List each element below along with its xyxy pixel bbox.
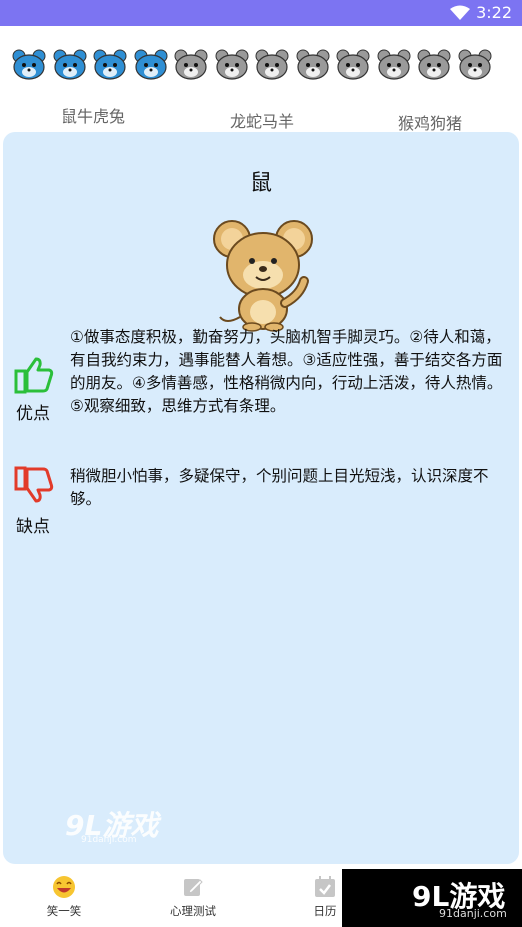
edit-icon [184, 879, 203, 896]
zodiac-group-tabs: 鼠牛虎兔 龙蛇马羊 猴鸡狗猪 [0, 103, 522, 133]
status-time: 3:22 [476, 3, 512, 22]
tab-group-rat-ox-tiger-rabbit[interactable]: 鼠牛虎兔 [33, 103, 153, 127]
monkey-face-icon[interactable] [336, 49, 370, 81]
zodiac-detail-card: 鼠 优点 ①做事态度积极，勤奋努力，头脑机智手脚灵巧。②待人和蔼，有自我约束力，… [3, 132, 519, 864]
pros-label: 优点 [16, 404, 50, 424]
pros-text: ①做事态度积极，勤奋努力，头脑机智手脚灵巧。②待人和蔼，有自我约束力，遇事能替人… [70, 328, 503, 415]
snake-face-icon[interactable] [215, 49, 249, 81]
zodiac-title: 鼠 [249, 171, 272, 196]
cons-label: 缺点 [16, 517, 50, 537]
rat-face-icon[interactable] [12, 49, 46, 81]
ox-face-icon[interactable] [53, 49, 87, 81]
pig-face-icon[interactable] [458, 49, 492, 81]
wifi-icon [450, 5, 470, 20]
calendar-icon [315, 876, 335, 897]
watermark-logo: 9L游戏 91danji.com [65, 804, 158, 845]
thumbs-down-icon [14, 466, 54, 503]
thumbs-up-icon [14, 357, 54, 394]
tab-group-monkey-rooster-dog-pig[interactable]: 猴鸡狗猪 [370, 110, 490, 134]
cons-text: 稍微胆小怕事，多疑保守，个别问题上目光短浅，认识深度不够。 [70, 467, 489, 508]
corner-badge-site: 91danji.com [439, 907, 507, 920]
goat-face-icon[interactable] [296, 49, 330, 81]
corner-site-badge: 9L游戏 91danji.com [342, 869, 522, 927]
tab-group-dragon-snake-horse-goat[interactable]: 龙蛇马羊 [202, 108, 322, 132]
tab-calendar-label: 日历 [313, 904, 337, 918]
zodiac-icon-row [0, 45, 522, 89]
bottom-tab-bar: 笑一笑 心理测试 日历 9L游戏 91danji.com [0, 867, 522, 927]
status-bar: 3:22 [0, 0, 522, 26]
tab-psych-test-label: 心理测试 [170, 904, 216, 918]
dragon-face-icon[interactable] [174, 49, 208, 81]
tiger-face-icon[interactable] [93, 49, 127, 81]
watermark-site-text: 91danji.com [81, 835, 137, 845]
horse-face-icon[interactable] [255, 49, 289, 81]
rabbit-face-icon[interactable] [134, 49, 168, 81]
rat-mascot-illustration [213, 220, 313, 332]
tab-psych-test[interactable]: 心理测试 [153, 875, 233, 919]
tab-joke-label: 笑一笑 [46, 904, 82, 918]
tab-joke[interactable]: 笑一笑 [24, 875, 104, 919]
dog-face-icon[interactable] [417, 49, 451, 81]
rooster-face-icon[interactable] [377, 49, 411, 81]
smile-icon [53, 876, 75, 898]
